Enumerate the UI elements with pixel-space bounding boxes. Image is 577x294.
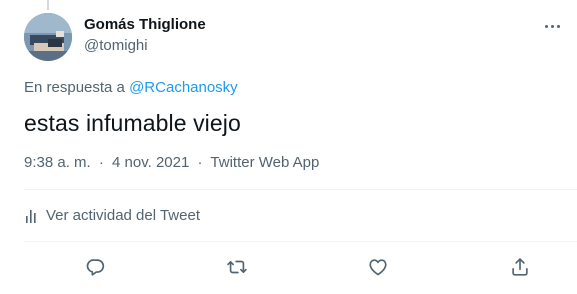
reply-context: En respuesta a @RCachanosky [24, 79, 238, 96]
tweet-actions [0, 252, 577, 282]
retweet-icon [227, 260, 247, 274]
reply-mention-link[interactable]: @RCachanosky [129, 79, 238, 96]
reply-icon [86, 259, 105, 276]
avatar-image [24, 13, 72, 61]
avatar[interactable] [24, 13, 72, 61]
meta-separator: · [197, 154, 203, 171]
tweet-date[interactable]: 4 nov. 2021 [112, 154, 189, 171]
reply-button[interactable] [81, 252, 111, 282]
like-button[interactable] [363, 252, 393, 282]
thread-connector [47, 0, 49, 10]
reply-prefix: En respuesta a [24, 79, 125, 96]
bar-chart-icon [26, 209, 36, 223]
tweet-meta: 9:38 a. m. · 4 nov. 2021 · Twitter Web A… [24, 154, 319, 171]
tweet-activity-link[interactable]: Ver actividad del Tweet [24, 207, 200, 224]
divider [24, 241, 577, 242]
meta-separator: · [98, 154, 104, 171]
activity-label: Ver actividad del Tweet [46, 207, 200, 224]
retweet-button[interactable] [222, 252, 252, 282]
share-icon [512, 258, 528, 276]
tweet-text: estas infumable viejo [24, 110, 241, 136]
share-button[interactable] [505, 252, 535, 282]
author-display-name[interactable]: Gomás Thiglione [84, 16, 206, 33]
divider [24, 189, 577, 190]
dot [550, 24, 554, 28]
author-handle[interactable]: @tomighi [84, 37, 148, 54]
heart-icon [369, 259, 387, 276]
tweet-time[interactable]: 9:38 a. m. [24, 154, 91, 171]
dot [556, 24, 560, 28]
more-dots-icon[interactable] [540, 18, 564, 34]
dot [544, 24, 548, 28]
tweet-source[interactable]: Twitter Web App [210, 154, 319, 171]
